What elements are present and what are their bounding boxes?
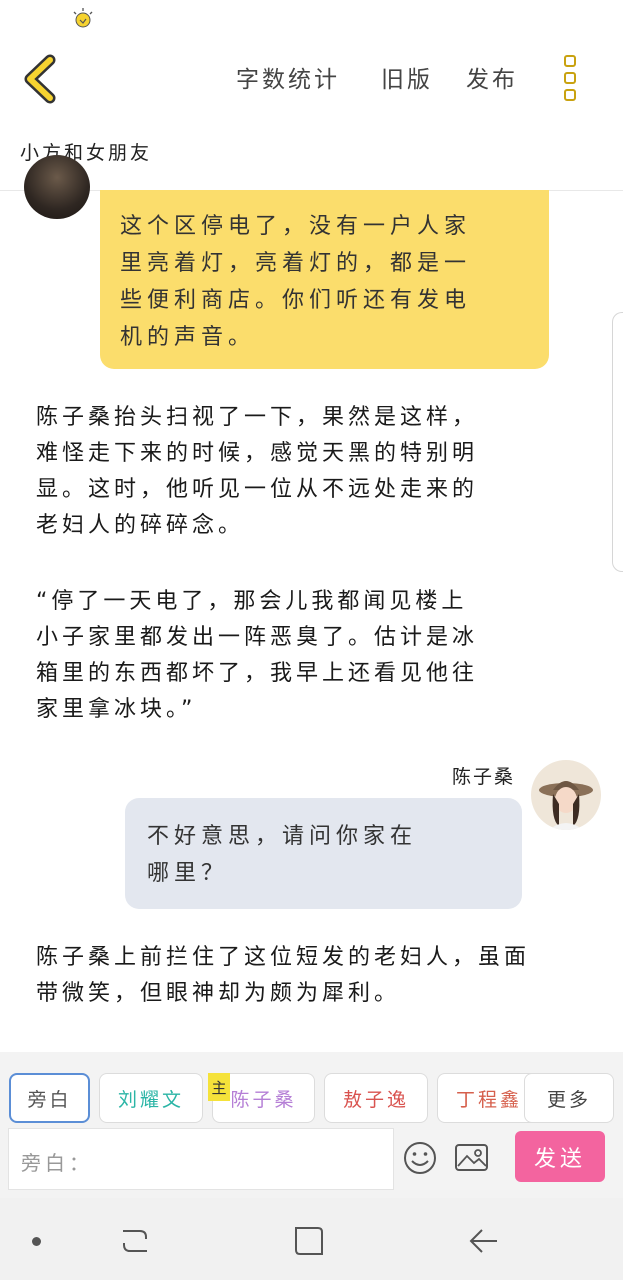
role-chip-label: 丁程鑫 [455, 1088, 522, 1111]
back-button[interactable] [18, 52, 64, 106]
more-menu-button[interactable] [554, 52, 590, 104]
avatar[interactable] [24, 155, 90, 219]
message-line: 哪里？ [147, 861, 229, 886]
narration-line: 难怪走下来的时候，感觉天黑的特别明 [36, 441, 479, 466]
message-bubble[interactable]: 这个区停电了，没有一户人家 里亮着灯，亮着灯的，都是一 些便利商店。你们听还有发… [100, 190, 549, 369]
role-chip-ao-ziyi[interactable]: 敖子逸 [324, 1073, 428, 1123]
main-character-badge: 主 [208, 1073, 230, 1101]
message-input[interactable]: 旁白： [8, 1128, 394, 1190]
message-line: 这个区停电了，没有一户人家 [120, 214, 472, 239]
narration-block[interactable]: 陈子桑抬头扫视了一下，果然是这样， 难怪走下来的时候，感觉天黑的特别明 显。这时… [36, 400, 586, 544]
narration-block[interactable]: 陈子桑上前拦住了这位短发的老妇人，虽面 带微笑，但眼神却为颇为犀利。 [36, 940, 586, 1012]
narration-line: 箱里的东西都坏了，我早上还看见他往 [36, 661, 479, 686]
narration-line: 家里拿冰块。” [36, 697, 197, 722]
send-button[interactable]: 发送 [515, 1131, 605, 1182]
role-chip-label: 陈子桑 [230, 1088, 297, 1111]
role-chip-liu-yaowen[interactable]: 刘耀文 [99, 1073, 203, 1123]
role-chip-label: 旁白 [27, 1088, 72, 1111]
smiley-icon[interactable] [402, 1140, 438, 1176]
message-line: 里亮着灯，亮着灯的，都是一 [120, 251, 472, 276]
old-version-button[interactable]: 旧版 [381, 62, 433, 98]
role-chip-label: 刘耀文 [117, 1088, 184, 1111]
narration-line: 带微笑，但眼神却为颇为犀利。 [36, 981, 401, 1006]
back-arrow-icon[interactable] [466, 1224, 500, 1258]
message-line: 些便利商店。你们听还有发电 [120, 288, 472, 313]
recent-apps-icon[interactable] [118, 1224, 152, 1258]
dot-icon[interactable] [32, 1237, 41, 1246]
chevron-left-icon [24, 54, 56, 104]
role-chip-label: 更多 [546, 1088, 591, 1111]
narration-line: 老妇人的碎碎念。 [36, 513, 245, 538]
home-square-icon[interactable] [292, 1224, 326, 1258]
role-chip-narrator[interactable]: 旁白 [9, 1073, 90, 1123]
more-roles-button[interactable]: 更多 [524, 1073, 614, 1123]
avatar[interactable] [531, 760, 601, 830]
narration-line: 小子家里都发出一阵恶臭了。估计是冰 [36, 625, 479, 650]
publish-button[interactable]: 发布 [466, 62, 518, 98]
word-count-button[interactable]: 字数统计 [236, 62, 340, 98]
narration-line: 陈子桑上前拦住了这位短发的老妇人，虽面 [36, 945, 531, 970]
narration-block[interactable]: “停了一天电了，那会儿我都闻见楼上 小子家里都发出一阵恶臭了。估计是冰 箱里的东… [36, 584, 586, 728]
narration-line: “停了一天电了，那会儿我都闻见楼上 [36, 589, 468, 614]
role-chip-label: 敖子逸 [342, 1088, 409, 1111]
speaker-name: 陈子桑 [452, 766, 516, 788]
narration-line: 显。这时，他听见一位从不远处走来的 [36, 477, 479, 502]
image-icon[interactable] [454, 1142, 490, 1174]
scroll-handle[interactable] [612, 312, 623, 572]
message-bubble[interactable]: 不好意思，请问你家在 哪里？ [125, 798, 522, 909]
message-line: 机的声音。 [120, 325, 256, 350]
vertical-dots-menu-icon [564, 55, 576, 67]
message-line: 不好意思，请问你家在 [147, 824, 418, 849]
narration-line: 陈子桑抬头扫视了一下，果然是这样， [36, 405, 479, 430]
bulb-notification-icon [70, 6, 96, 32]
